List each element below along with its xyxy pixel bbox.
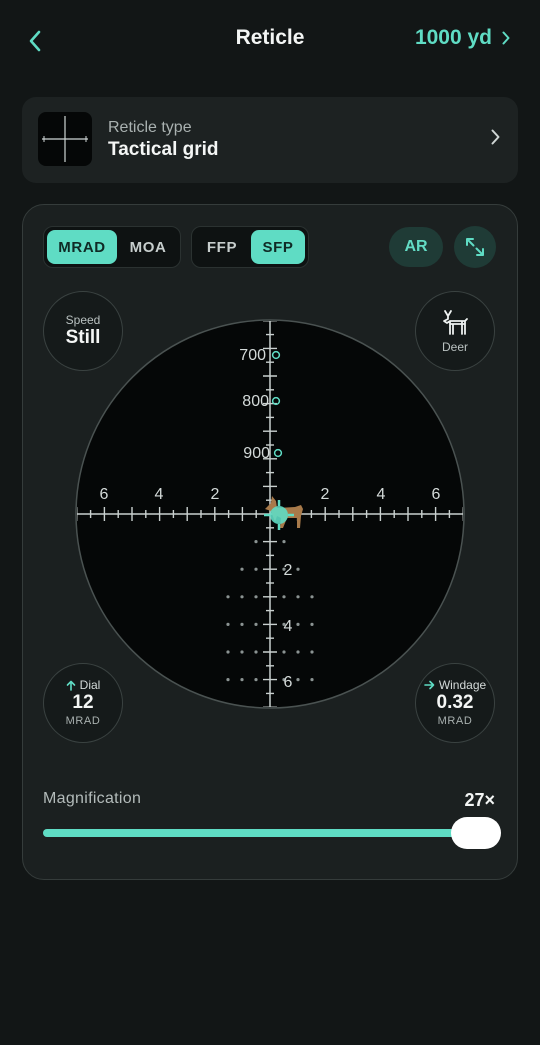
focal-plane-segmented-control: FFP SFP <box>191 226 309 268</box>
holdover-dot <box>254 540 258 544</box>
focal-plane-sfp-button[interactable]: SFP <box>251 230 305 264</box>
holdover-dot <box>254 595 258 599</box>
holdover-dot <box>310 678 314 682</box>
units-mrad-button[interactable]: MRAD <box>47 230 117 264</box>
holdover-dot <box>240 678 244 682</box>
range-label-700: 700 <box>239 347 266 364</box>
arrow-right-icon <box>424 680 435 690</box>
reticle-type-card[interactable]: Reticle type Tactical grid <box>22 97 518 183</box>
holdover-dot <box>254 650 258 654</box>
crosshair-icon <box>42 116 88 162</box>
holdover-dot <box>296 622 300 626</box>
arrow-up-icon <box>66 680 75 691</box>
windage-unit: MRAD <box>437 715 473 727</box>
ar-button[interactable]: AR <box>389 227 443 267</box>
holdover-dot <box>226 595 230 599</box>
windage-label-right-6: 6 <box>432 486 441 503</box>
windage-label-left-4: 4 <box>155 486 164 503</box>
windage-header: Windage <box>424 678 486 692</box>
range-label-800: 800 <box>242 393 269 410</box>
holdover-dot <box>296 595 300 599</box>
magnification-label: Magnification <box>43 790 142 807</box>
magnification-slider-fill <box>43 829 475 837</box>
windage-value: 0.32 <box>436 692 474 713</box>
target-label: Deer <box>441 340 468 354</box>
dial-unit: MRAD <box>65 715 101 727</box>
windage-button[interactable]: Windage 0.32 MRAD <box>415 663 495 743</box>
chevron-right-icon <box>502 31 510 45</box>
speed-value: Still <box>65 327 101 348</box>
holdover-dot <box>240 595 244 599</box>
units-segmented-control: MRAD MOA <box>43 226 181 268</box>
holdover-dot <box>310 595 314 599</box>
reticle-thumbnail <box>38 112 92 166</box>
holdover-dot <box>240 650 244 654</box>
holdover-dot <box>226 622 230 626</box>
dial-button[interactable]: Dial 12 MRAD <box>43 663 123 743</box>
speed-label: Speed <box>65 313 101 327</box>
windage-label: Windage <box>438 678 487 692</box>
focal-plane-ffp-button[interactable]: FFP <box>195 230 249 264</box>
top-bar: Reticle 1000 yd <box>0 0 540 82</box>
dial-label: Dial <box>79 678 101 692</box>
target-button[interactable]: Deer <box>415 291 495 371</box>
holdover-dot <box>240 622 244 626</box>
windage-label-right-2: 2 <box>321 486 330 503</box>
expand-icon <box>466 238 484 256</box>
units-moa-button[interactable]: MOA <box>119 230 177 264</box>
dial-header: Dial <box>66 678 101 692</box>
holdover-dot <box>254 678 258 682</box>
range-label-900: 900 <box>243 445 270 462</box>
holdover-dot <box>282 650 286 654</box>
holdover-dot <box>254 622 258 626</box>
expand-button[interactable] <box>454 226 496 268</box>
holdover-dot <box>296 567 300 571</box>
holdover-dot <box>226 678 230 682</box>
scope-view[interactable]: 700 800 900 6 4 2 2 4 6 2 4 6 <box>75 319 465 709</box>
reticle-screen: Reticle 1000 yd Reticle type Tactical gr… <box>0 0 540 1045</box>
reticle-panel: MRAD MOA FFP SFP AR 700 800 900 6 4 2 2 … <box>22 204 518 880</box>
range-button[interactable]: 1000 yd <box>415 26 510 50</box>
reticle-type-value: Tactical grid <box>108 139 219 160</box>
range-value: 1000 yd <box>414 26 492 49</box>
dial-value: 12 <box>72 692 94 713</box>
holdover-dot <box>226 650 230 654</box>
holdover-dot <box>240 567 244 571</box>
holdover-dot <box>310 622 314 626</box>
magnification-value: 27× <box>464 790 495 810</box>
elevation-label-4: 4 <box>284 618 293 635</box>
holdover-dot <box>254 567 258 571</box>
holdover-dot <box>296 650 300 654</box>
windage-label-left-6: 6 <box>100 486 109 503</box>
windage-label-left-2: 2 <box>211 486 220 503</box>
holdover-dot <box>296 678 300 682</box>
chevron-right-icon <box>491 129 500 150</box>
deer-icon <box>443 310 468 335</box>
magnification-slider-track[interactable] <box>43 829 475 837</box>
speed-button[interactable]: Speed Still <box>43 291 123 371</box>
windage-label-right-4: 4 <box>377 486 386 503</box>
reticle-type-label: Reticle type <box>108 119 192 136</box>
magnification-slider-thumb[interactable] <box>451 817 501 849</box>
holdover-dot <box>282 595 286 599</box>
elevation-label-2: 2 <box>284 562 293 579</box>
elevation-label-6: 6 <box>284 674 293 691</box>
holdover-dot <box>310 650 314 654</box>
holdover-dot <box>282 540 286 544</box>
